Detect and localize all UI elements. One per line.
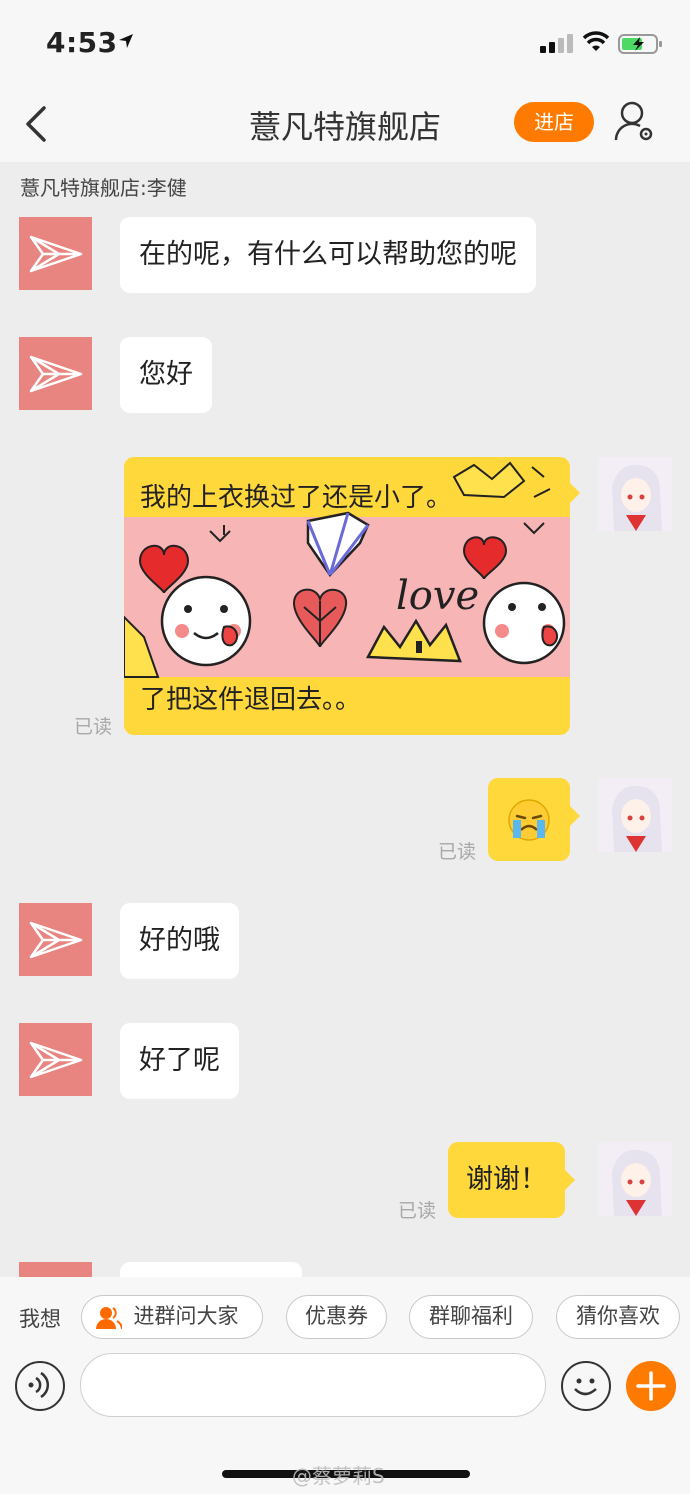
paper-plane-icon <box>29 921 83 959</box>
message-bubble-shop[interactable]: 在的呢，有什么可以帮助您的呢 <box>120 217 536 293</box>
shop-avatar[interactable] <box>19 337 92 410</box>
more-actions-button[interactable] <box>626 1361 676 1411</box>
status-bar: 4:53 <box>0 0 690 86</box>
paper-plane-icon <box>29 355 83 393</box>
emoji-button[interactable] <box>561 1361 611 1411</box>
my-avatar[interactable] <box>598 1142 672 1216</box>
read-status: 已读 <box>438 841 477 863</box>
chip-label: 优惠券 <box>305 1304 368 1328</box>
anime-avatar-image <box>598 457 672 531</box>
quick-reply-label: 我想 <box>19 1307 61 1331</box>
chip-coupons[interactable]: 优惠券 <box>286 1295 387 1339</box>
location-arrow-icon <box>119 34 133 48</box>
status-time: 4:53 <box>46 26 118 59</box>
shop-avatar[interactable] <box>19 217 92 290</box>
enter-store-button[interactable]: 进店 <box>514 102 594 142</box>
watermark: @蔡萝莉S <box>292 1464 385 1488</box>
chip-label: 猜你喜欢 <box>576 1304 660 1328</box>
shop-avatar[interactable] <box>19 1023 92 1096</box>
wifi-icon <box>582 31 610 51</box>
user-settings-icon[interactable] <box>614 100 656 144</box>
anime-avatar-image <box>598 778 672 852</box>
sticker-love-text: love <box>396 573 479 619</box>
chip-group-benefits[interactable]: 群聊福利 <box>409 1295 533 1339</box>
bottom-panel: 我想 进群问大家 优惠券 群聊福利 猜你喜欢 @蔡萝莉S <box>0 1277 690 1494</box>
message-bubble-me[interactable]: 谢谢！ <box>448 1142 575 1218</box>
voice-wave-icon <box>28 1371 50 1399</box>
message-bubble-sticker[interactable]: love 我的上衣换过了还是小了。 了把这件退回去。。 <box>124 457 570 735</box>
read-status: 已读 <box>398 1200 437 1222</box>
paper-plane-icon <box>29 1041 83 1079</box>
message-input[interactable] <box>80 1353 546 1417</box>
paper-plane-icon <box>29 235 83 273</box>
voice-input-button[interactable] <box>15 1361 65 1411</box>
chip-label: 群聊福利 <box>429 1304 513 1328</box>
my-avatar[interactable] <box>598 778 672 852</box>
my-avatar[interactable] <box>598 457 672 531</box>
group-people-icon <box>96 1307 122 1329</box>
message-text: 我的上衣换过了还是小了。 <box>140 483 453 513</box>
nav-bar: 薏凡特旗舰店 进店 <box>0 86 690 162</box>
shop-agent-label: 薏凡特旗舰店:李健 <box>20 176 187 200</box>
chip-recommendations[interactable]: 猜你喜欢 <box>556 1295 680 1339</box>
message-bubble-emoji[interactable] <box>488 778 580 861</box>
message-bubble-shop[interactable]: 您好 <box>120 337 212 413</box>
chip-label: 进群问大家 <box>133 1304 239 1328</box>
smiley-icon <box>574 1378 597 1396</box>
message-bubble-shop[interactable]: 好了呢 <box>120 1023 239 1099</box>
signal-icon <box>540 34 573 53</box>
bubble-tail <box>570 483 580 503</box>
shop-avatar[interactable] <box>19 903 92 976</box>
read-status: 已读 <box>74 716 113 738</box>
crying-face-icon <box>508 799 550 841</box>
message-bubble-shop[interactable]: 好的哦 <box>120 903 239 979</box>
chip-join-group[interactable]: 进群问大家 <box>81 1295 263 1339</box>
battery-icon <box>618 34 662 54</box>
anime-avatar-image <box>598 1142 672 1216</box>
plus-icon <box>636 1371 666 1401</box>
message-text: 了把这件退回去。。 <box>140 685 362 715</box>
